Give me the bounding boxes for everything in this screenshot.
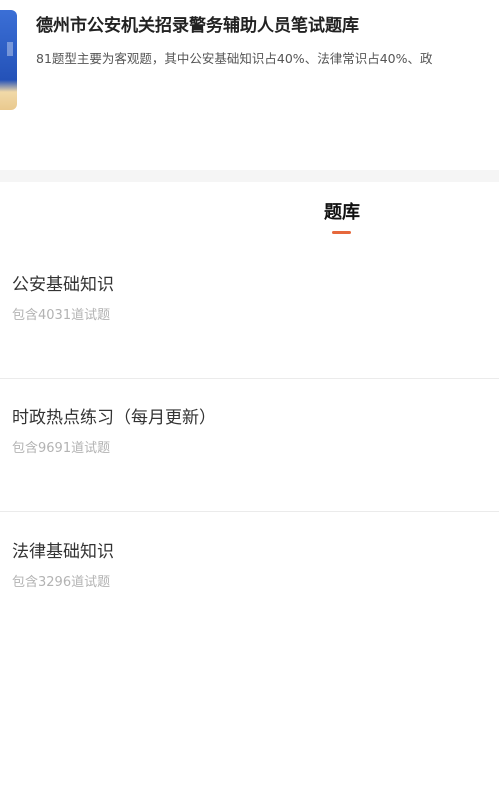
list-item[interactable]: 时政热点练习（每月更新） 包含9691道试题: [0, 391, 499, 511]
list-divider: [0, 378, 499, 379]
list-item[interactable]: 法律基础知识 包含3296道试题: [0, 525, 499, 645]
item-question-count: 包含3296道试题: [12, 575, 111, 590]
question-bank-header[interactable]: 德州市公安机关招录警务辅助人员笔试题库 81题型主要为客观题，其中公安基础知识占…: [0, 0, 499, 130]
tab-question-bank[interactable]: 题库: [300, 200, 384, 226]
item-title: 时政热点练习（每月更新）: [12, 408, 216, 428]
item-question-count: 包含4031道试题: [12, 308, 111, 323]
item-title: 公安基础知识: [12, 275, 114, 295]
bank-title: 德州市公安机关招录警务辅助人员笔试题库: [36, 16, 359, 36]
bank-cover-image[interactable]: [0, 10, 17, 110]
item-question-count: 包含9691道试题: [12, 441, 111, 456]
active-tab-indicator: [332, 231, 351, 234]
list-item[interactable]: 公安基础知识 包含4031道试题: [0, 258, 499, 378]
section-separator: [0, 170, 499, 182]
bank-description: 81题型主要为客观题，其中公安基础知识占40%、法律常识占40%、政: [36, 51, 433, 66]
list-divider: [0, 511, 499, 512]
cover-decoration: [7, 42, 13, 56]
item-title: 法律基础知识: [12, 542, 114, 562]
